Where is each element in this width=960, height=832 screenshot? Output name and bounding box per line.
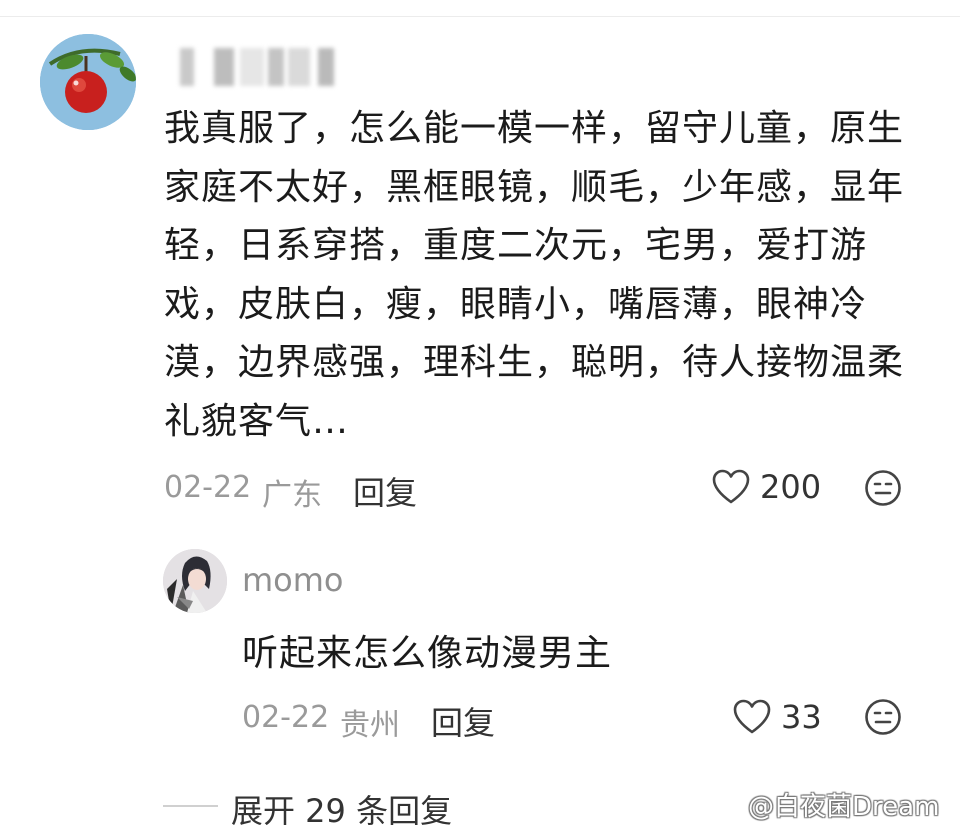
emoji-reaction-button[interactable] xyxy=(864,469,902,511)
apple-avatar-icon xyxy=(40,34,136,130)
reply-user-avatar[interactable] xyxy=(163,549,227,613)
neutral-face-icon xyxy=(865,470,901,506)
reply-like-count: 33 xyxy=(781,698,822,736)
reply-location: 贵州 xyxy=(340,708,400,743)
neutral-face-icon xyxy=(865,699,901,735)
user-avatar[interactable] xyxy=(40,34,136,130)
username-blurred[interactable] xyxy=(170,48,340,86)
comment-date: 02-22 xyxy=(164,470,252,505)
expand-divider xyxy=(163,805,218,807)
comment-text: 我真服了，怎么能一模一样，留守儿童，原生家庭不太好，黑框眼镜，顺毛，少年感，显年… xyxy=(164,108,905,442)
top-divider xyxy=(0,16,960,17)
comment-location: 广东 xyxy=(262,478,322,513)
reply-button[interactable]: 回复 xyxy=(353,468,417,514)
reply-like-button[interactable]: 33 xyxy=(733,698,822,736)
heart-outline-icon xyxy=(733,699,771,734)
reply-date: 02-22 xyxy=(242,700,330,735)
reply-reply-button[interactable]: 回复 xyxy=(431,698,495,744)
expand-replies-button[interactable]: 展开 29 条回复 xyxy=(231,786,452,832)
like-count: 200 xyxy=(760,468,822,506)
reply-text: 听起来怎么像动漫男主 xyxy=(242,633,613,674)
watermark: @白夜菌Dream xyxy=(748,792,940,822)
reply-emoji-reaction-button[interactable] xyxy=(864,698,902,740)
heart-outline-icon xyxy=(712,469,750,504)
like-button[interactable]: 200 xyxy=(712,468,821,506)
anime-character-avatar-icon xyxy=(163,549,227,613)
reply-username[interactable]: momo xyxy=(242,561,344,599)
